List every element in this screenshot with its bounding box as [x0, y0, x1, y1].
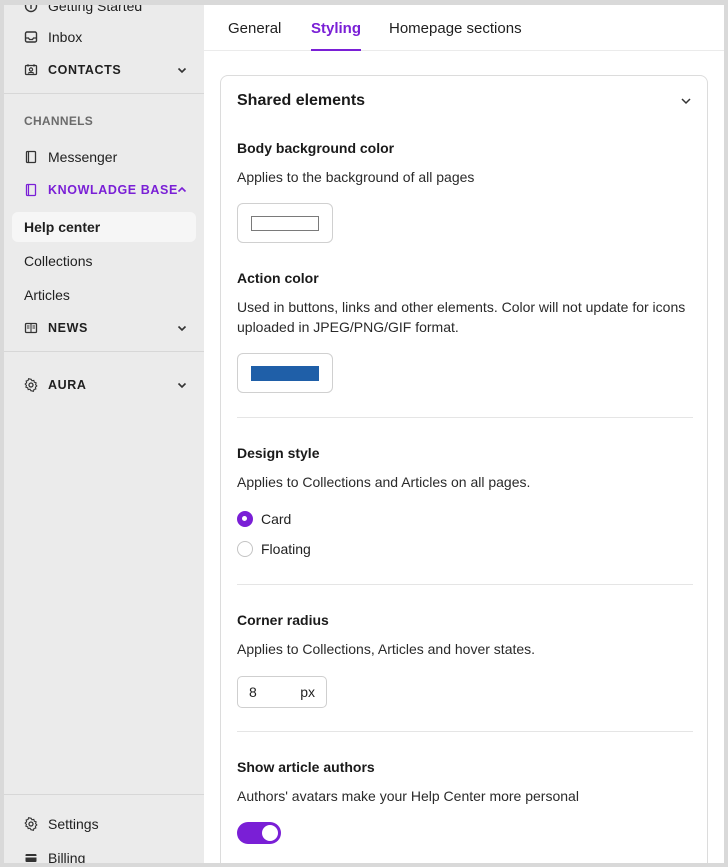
sidebar-item-inbox[interactable]: Inbox — [12, 22, 196, 52]
sidebar-item-label: KNOWLADGE BASE — [48, 183, 178, 197]
section-label-channels: CHANNELS — [24, 114, 94, 128]
messenger-icon — [24, 150, 38, 164]
design-style-label: Design style — [237, 445, 320, 461]
sidebar-divider — [4, 93, 204, 94]
gear-icon — [24, 378, 38, 392]
chevron-down-icon[interactable] — [176, 64, 188, 76]
sidebar-divider — [4, 351, 204, 352]
tab-homepage-sections[interactable]: Homepage sections — [389, 5, 522, 51]
sidebar-item-label: Messenger — [48, 149, 118, 165]
sidebar-item-news[interactable]: NEWS — [12, 313, 196, 343]
shared-elements-card: Shared elements Body background color Ap… — [220, 75, 708, 863]
design-style-desc: Applies to Collections and Articles on a… — [237, 474, 531, 490]
sidebar-item-label: CONTACTS — [48, 63, 122, 77]
tab-bar: General Styling Homepage sections — [204, 5, 724, 51]
sidebar-item-label: Billing — [48, 850, 86, 863]
action-color-picker[interactable] — [237, 353, 333, 393]
sidebar-item-label: Articles — [24, 287, 70, 303]
sidebar: Getting Started Inbox CONTACTS CHANNELS … — [4, 5, 204, 863]
body-bg-desc: Applies to the background of all pages — [237, 169, 475, 185]
body-bg-color-picker[interactable] — [237, 203, 333, 243]
corner-radius-input[interactable]: px — [237, 676, 327, 708]
sidebar-item-label: Collections — [24, 253, 93, 269]
chevron-down-icon[interactable] — [679, 94, 693, 108]
radio-card[interactable]: Card — [237, 509, 291, 529]
sidebar-item-knowledge-base[interactable]: KNOWLADGE BASE — [12, 175, 196, 205]
show-authors-label: Show article authors — [237, 759, 375, 775]
body-bg-label: Body background color — [237, 140, 395, 156]
contacts-icon — [24, 63, 38, 77]
sidebar-item-settings[interactable]: Settings — [12, 809, 196, 839]
tab-general[interactable]: General — [228, 5, 281, 51]
body-bg-swatch — [251, 216, 319, 231]
inbox-icon — [24, 30, 38, 44]
sidebar-item-label: Settings — [48, 816, 99, 832]
chevron-down-icon[interactable] — [176, 322, 188, 334]
book-icon — [24, 183, 38, 197]
sidebar-item-articles[interactable]: Articles — [12, 280, 196, 310]
settings-gear-icon — [24, 817, 38, 831]
sidebar-item-help-center[interactable]: Help center — [12, 212, 196, 242]
chevron-down-icon[interactable] — [176, 379, 188, 391]
action-color-swatch — [251, 366, 319, 381]
corner-radius-label: Corner radius — [237, 612, 329, 628]
card-title: Shared elements — [237, 92, 366, 109]
newspaper-icon — [24, 321, 38, 335]
radio-button[interactable] — [237, 541, 253, 557]
sidebar-divider — [4, 794, 204, 795]
radio-label: Card — [261, 511, 292, 527]
app-window: Getting Started Inbox CONTACTS CHANNELS … — [4, 5, 724, 863]
unit-label: px — [300, 684, 315, 700]
chevron-up-icon[interactable] — [176, 184, 188, 196]
sidebar-item-getting-started[interactable]: Getting Started — [12, 5, 196, 21]
credit-card-icon — [24, 851, 38, 863]
sidebar-item-label: Help center — [24, 219, 101, 235]
action-color-desc: Used in buttons, links and other element… — [237, 299, 686, 335]
corner-radius-value[interactable] — [249, 684, 289, 700]
sidebar-item-label: Getting Started — [48, 5, 143, 14]
sidebar-item-billing[interactable]: Billing — [12, 843, 196, 863]
main-content: General Styling Homepage sections Shared… — [204, 5, 724, 863]
corner-radius-desc: Applies to Collections, Articles and hov… — [237, 641, 536, 657]
info-circle-icon — [24, 5, 38, 13]
sidebar-item-label: AURA — [48, 378, 87, 392]
section-divider — [237, 584, 693, 585]
tab-styling[interactable]: Styling — [311, 5, 362, 51]
sidebar-item-label: Inbox — [48, 29, 83, 45]
radio-label: Floating — [261, 541, 311, 557]
section-divider — [237, 417, 693, 418]
sidebar-item-aura[interactable]: AURA — [12, 370, 196, 400]
sidebar-item-label: NEWS — [48, 321, 88, 335]
sidebar-item-messenger[interactable]: Messenger — [12, 142, 196, 172]
sidebar-item-collections[interactable]: Collections — [12, 246, 196, 276]
action-color-label: Action color — [237, 270, 319, 286]
show-authors-toggle[interactable] — [237, 822, 281, 844]
section-divider — [237, 731, 693, 732]
radio-button-checked[interactable] — [237, 511, 253, 527]
radio-floating[interactable]: Floating — [237, 539, 311, 559]
sidebar-item-contacts[interactable]: CONTACTS — [12, 55, 196, 85]
show-authors-desc: Authors' avatars make your Help Center m… — [237, 788, 579, 804]
